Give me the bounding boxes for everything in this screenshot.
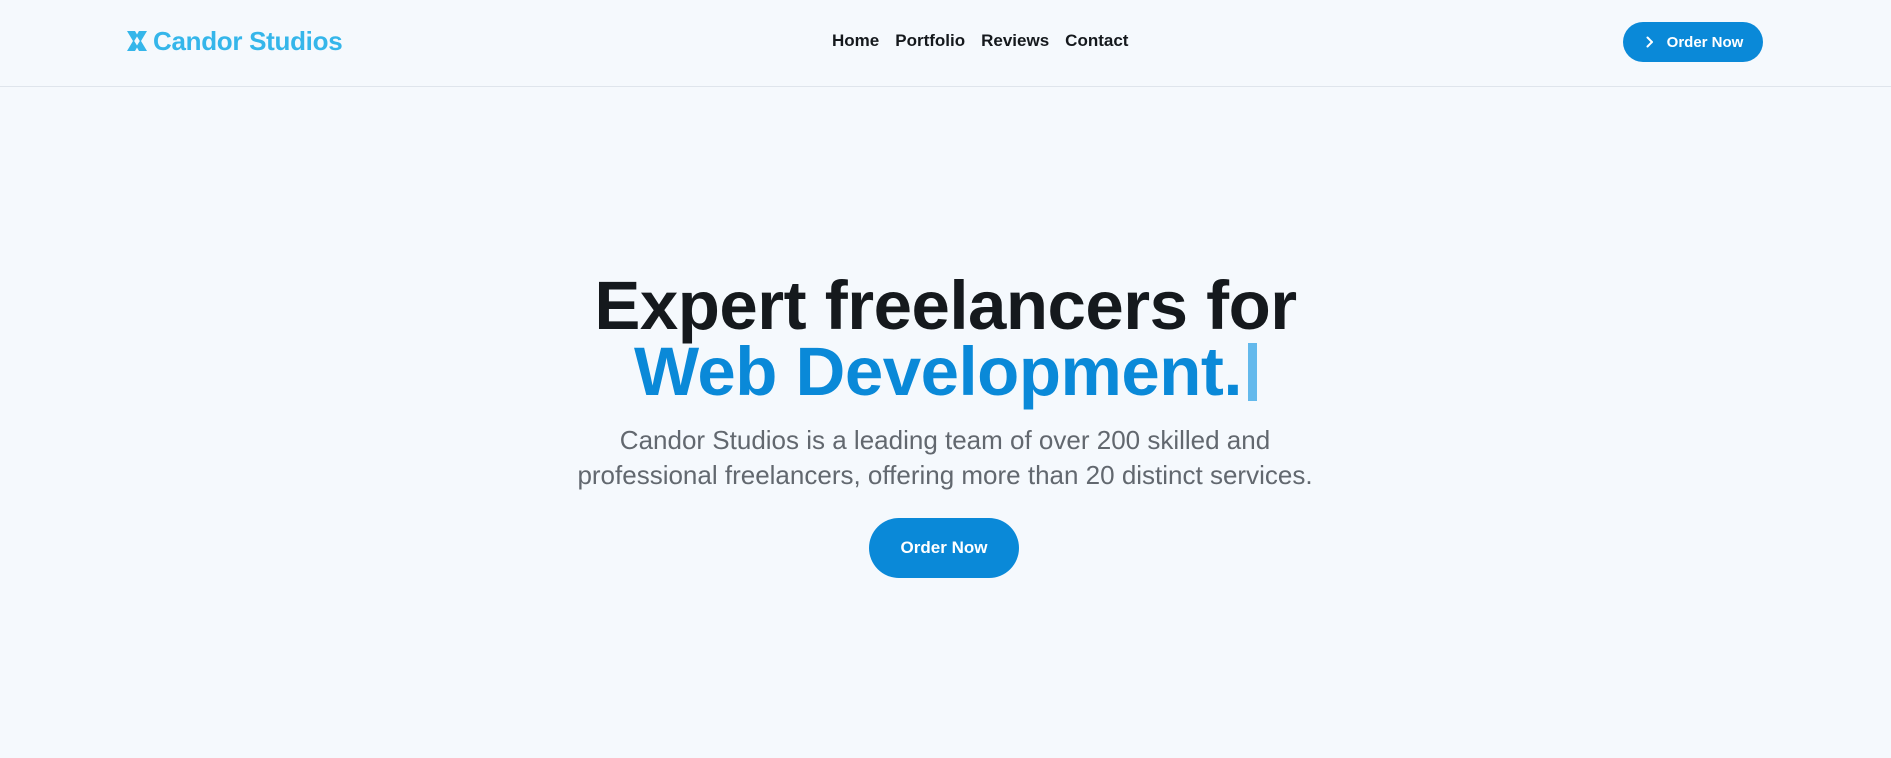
hero-description-line1: Candor Studios is a leading team of over…: [619, 425, 1271, 455]
hero-title-line2: Web Development.: [0, 332, 1891, 412]
header-order-now-button[interactable]: Order Now: [1623, 22, 1763, 62]
nav-reviews-link[interactable]: Reviews: [981, 28, 1049, 54]
header-order-now-label: Order Now: [1666, 33, 1744, 51]
logo-link[interactable]: Candor Studios: [124, 24, 343, 58]
nav-home-link[interactable]: Home: [832, 28, 879, 54]
hero-order-now-button[interactable]: Order Now: [869, 518, 1019, 578]
chevron-right-icon: [1646, 36, 1653, 48]
hero-description-line2: professional freelancers, offering more …: [577, 460, 1313, 490]
nav-portfolio-link[interactable]: Portfolio: [895, 28, 965, 54]
x-mark-logo-icon: [127, 31, 147, 51]
site-header: Candor Studios Home Portfolio Reviews Co…: [0, 0, 1891, 87]
hero-title-highlight: Web Development.: [633, 333, 1243, 410]
main-nav: Home Portfolio Reviews Contact: [832, 28, 1128, 54]
logo-text: Candor Studios: [153, 25, 343, 56]
hero-description: Candor Studios is a leading team of over…: [445, 423, 1445, 493]
typing-caret: [1248, 343, 1257, 401]
nav-contact-link[interactable]: Contact: [1065, 28, 1128, 54]
